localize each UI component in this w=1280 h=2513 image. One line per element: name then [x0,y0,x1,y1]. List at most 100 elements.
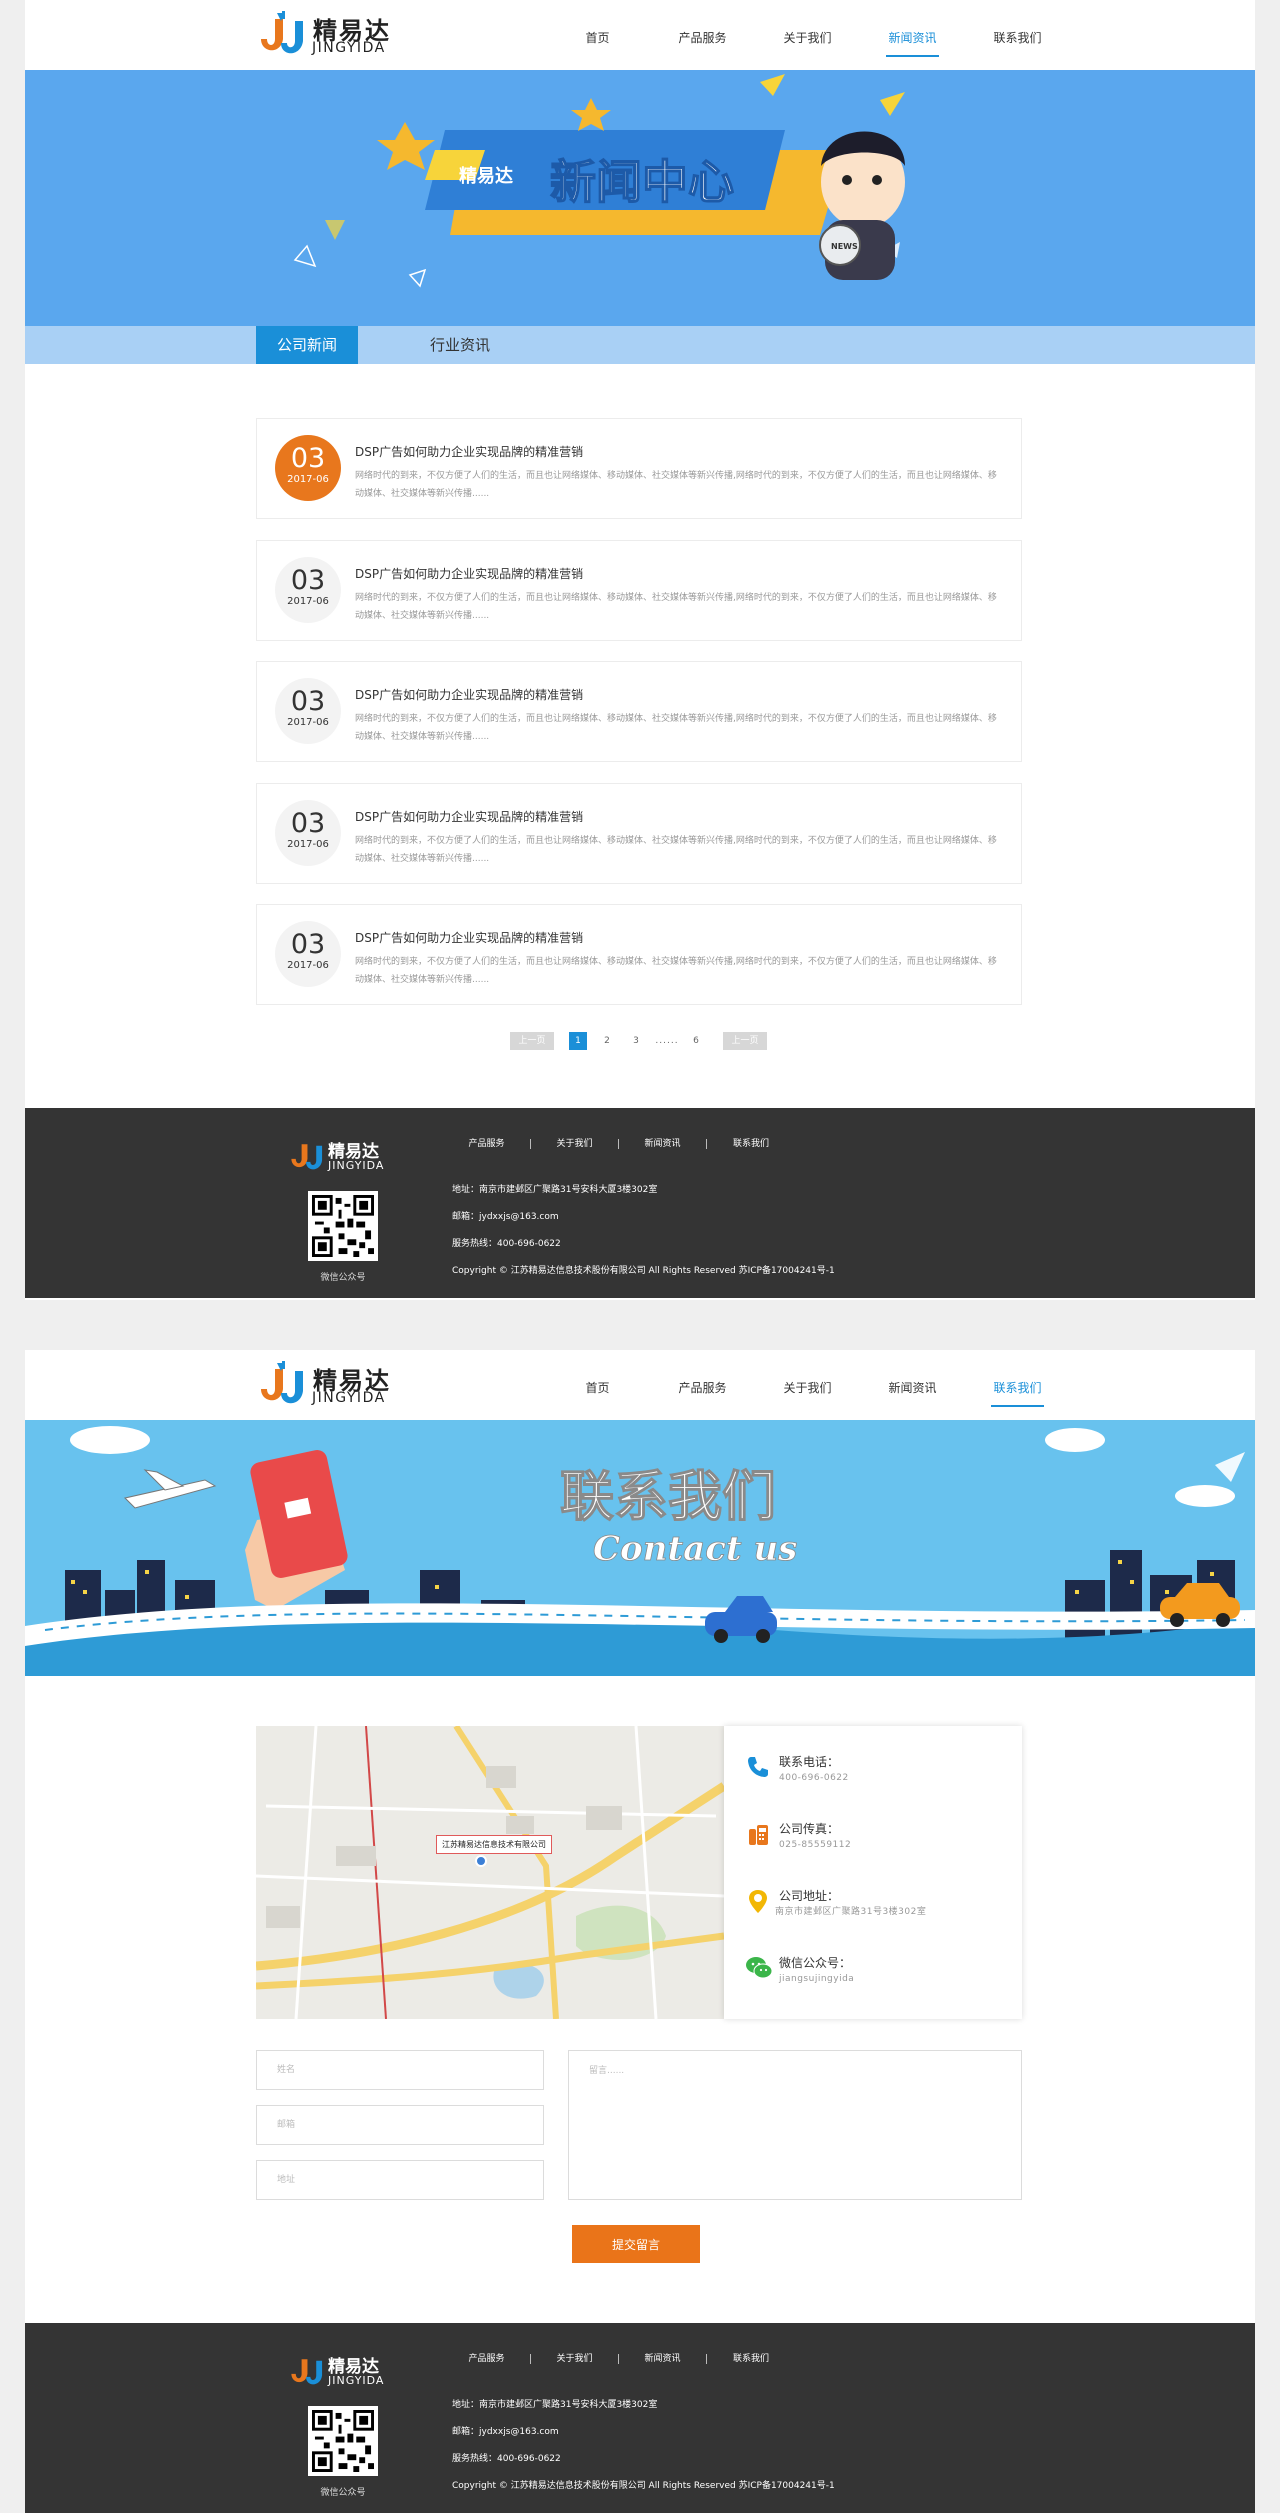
banner-tag: 精易达 [459,165,513,187]
header: 精易达 JINGYIDA 首页 产品服务 关于我们 新闻资讯 联系我们 [25,1350,1255,1420]
pagination: 上一页 1 2 3 ...... 6 上一页 [25,1032,1255,1050]
date-badge: 03 2017-06 [275,557,341,623]
page-3[interactable]: 3 [627,1032,645,1050]
news-title[interactable]: DSP广告如何助力企业实现品牌的精准营销 [355,443,583,460]
news-title[interactable]: DSP广告如何助力企业实现品牌的精准营销 [355,565,583,582]
news-title[interactable]: DSP广告如何助力企业实现品牌的精准营销 [355,929,583,946]
nav-products[interactable]: 产品服务 [650,1350,755,1420]
news-list-item[interactable]: 03 2017-06 DSP广告如何助力企业实现品牌的精准营销 网络时代的到来，… [256,540,1022,641]
footer-nav-products[interactable]: 产品服务 [443,2354,531,2364]
logo[interactable]: 精易达 JINGYIDA [255,9,395,61]
logo-name-en: JINGYIDA [312,40,386,56]
news-summary: 网络时代的到来，不仅方便了人们的生活，而且也让网络媒体、移动媒体、社交媒体等新兴… [355,593,997,621]
tab-company-news[interactable]: 公司新闻 [256,326,358,364]
news-list-item[interactable]: 03 2017-06 DSP广告如何助力企业实现品牌的精准营销 网络时代的到来，… [256,418,1022,519]
footer: 精易达 JINGYIDA 微信公众号 产品服务 关于我们 新闻资讯 联系我们 地… [25,2323,1255,2513]
address-input[interactable] [256,2160,544,2200]
submit-message-button[interactable]: 提交留言 [572,2225,700,2263]
footer-logo-mark-icon [291,1144,323,1170]
contact-banner-title: 联系我们 [560,1465,776,1528]
date-badge: 03 2017-06 [275,435,341,501]
footer-nav-products[interactable]: 产品服务 [443,1139,531,1149]
message-textarea[interactable] [568,2050,1022,2200]
date-year-month: 2017-06 [287,596,329,607]
tab-industry-news[interactable]: 行业资讯 [405,326,515,364]
footer-nav-news[interactable]: 新闻资讯 [619,2354,707,2364]
page-1[interactable]: 1 [569,1032,587,1050]
footer-address: 地址：南京市建邺区广聚路31号安科大厦3楼302室 [452,2400,658,2410]
date-badge: 03 2017-06 [275,921,341,987]
footer-nav-contact[interactable]: 联系我们 [707,2354,795,2364]
contact-phone: 联系电话： 400-696-0622 [748,1754,849,1786]
footer-hotline: 服务热线：400-696-0622 [452,2454,561,2464]
nav-home[interactable]: 首页 [545,0,650,70]
date-day: 03 [290,686,326,717]
date-year-month: 2017-06 [287,960,329,971]
footer-logo[interactable]: 精易达 JINGYIDA [287,1135,407,1179]
qr-label: 微信公众号 [320,2488,366,2498]
news-list-item[interactable]: 03 2017-06 DSP广告如何助力企业实现品牌的精准营销 网络时代的到来，… [256,904,1022,1005]
nav-news[interactable]: 新闻资讯 [860,0,965,70]
contact-wechat-value: jiangsujingyida [779,1974,855,1984]
footer-nav-news[interactable]: 新闻资讯 [619,1139,707,1149]
contact-fax-value: 025-85559112 [779,1840,852,1850]
location-map[interactable]: 江苏精易达信息技术有限公司 [256,1726,724,2019]
contact-banner: 联系我们 Contact us [25,1420,1255,1676]
contact-address-label: 公司地址： [779,1889,840,1903]
news-list-item[interactable]: 03 2017-06 DSP广告如何助力企业实现品牌的精准营销 网络时代的到来，… [256,783,1022,884]
contact-phone-value: 400-696-0622 [779,1773,849,1783]
footer-address: 地址：南京市建邺区广聚路31号安科大厦3楼302室 [452,1185,658,1195]
news-title[interactable]: DSP广告如何助力企业实现品牌的精准营销 [355,686,583,703]
news-list-item[interactable]: 03 2017-06 DSP广告如何助力企业实现品牌的精准营销 网络时代的到来，… [256,661,1022,762]
nav-contact[interactable]: 联系我们 [965,1350,1070,1420]
footer-nav-about[interactable]: 关于我们 [531,2354,619,2364]
news-category-tabs: 公司新闻 行业资讯 [25,326,1255,364]
nav-about[interactable]: 关于我们 [755,0,860,70]
contact-banner-subtitle: Contact us [593,1529,797,1569]
date-year-month: 2017-06 [287,839,329,850]
page-2[interactable]: 2 [598,1032,616,1050]
location-pin-icon [749,1890,767,1913]
footer-nav-contact[interactable]: 联系我们 [707,1139,795,1149]
news-summary: 网络时代的到来，不仅方便了人们的生活，而且也让网络媒体、移动媒体、社交媒体等新兴… [355,714,997,742]
footer-nav-about[interactable]: 关于我们 [531,1139,619,1149]
contact-address: 公司地址： 南京市建邺区广聚路31号3楼302室 [749,1888,926,1920]
date-day: 03 [290,929,326,960]
contact-wechat: 微信公众号： jiangsujingyida [746,1955,855,1987]
nav-contact[interactable]: 联系我们 [965,0,1070,70]
logo[interactable]: 精易达 JINGYIDA [255,1359,395,1411]
banner-title: 新闻中心 [550,155,734,209]
phone-icon [748,1757,768,1777]
page-6[interactable]: 6 [687,1032,705,1050]
next-page-button[interactable]: 上一页 [723,1032,767,1050]
date-badge: 03 2017-06 [275,800,341,866]
contact-wechat-label: 微信公众号： [779,1956,852,1970]
main-nav: 首页 产品服务 关于我们 新闻资讯 联系我们 [545,0,1070,70]
qr-code [308,1191,378,1261]
name-input[interactable] [256,2050,544,2090]
prev-page-button[interactable]: 上一页 [510,1032,554,1050]
footer-copyright: Copyright © 江苏精易达信息技术股份有限公司 All Rights R… [452,2481,835,2491]
email-input[interactable] [256,2105,544,2145]
news-banner: 精易达 新闻中心 NEWS [25,70,1255,326]
nav-about[interactable]: 关于我们 [755,1350,860,1420]
contact-fax: 公司传真： 025-85559112 [749,1821,852,1853]
footer-logo[interactable]: 精易达 JINGYIDA [287,2350,407,2394]
news-summary: 网络时代的到来，不仅方便了人们的生活，而且也让网络媒体、移动媒体、社交媒体等新兴… [355,471,997,499]
nav-news[interactable]: 新闻资讯 [860,1350,965,1420]
date-day: 03 [290,565,326,596]
footer-nav: 产品服务 关于我们 新闻资讯 联系我们 [443,2354,795,2364]
news-title[interactable]: DSP广告如何助力企业实现品牌的精准营销 [355,808,583,825]
date-year-month: 2017-06 [287,474,329,485]
nav-products[interactable]: 产品服务 [650,0,755,70]
contact-address-value: 南京市建邺区广聚路31号3楼302室 [775,1907,927,1917]
nav-home[interactable]: 首页 [545,1350,650,1420]
news-page: 精易达 JINGYIDA 首页 产品服务 关于我们 新闻资讯 联系我们 精易达 … [25,0,1255,1300]
header: 精易达 JINGYIDA 首页 产品服务 关于我们 新闻资讯 联系我们 [25,0,1255,70]
contact-phone-label: 联系电话： [779,1755,840,1769]
news-summary: 网络时代的到来，不仅方便了人们的生活，而且也让网络媒体、移动媒体、社交媒体等新兴… [355,836,997,864]
news-summary: 网络时代的到来，不仅方便了人们的生活，而且也让网络媒体、移动媒体、社交媒体等新兴… [355,957,997,985]
fax-icon [749,1825,768,1845]
footer-email: 邮箱：jydxxjs@163.com [452,2427,559,2437]
contact-banner-illustration: 联系我们 Contact us [25,1426,1255,1676]
